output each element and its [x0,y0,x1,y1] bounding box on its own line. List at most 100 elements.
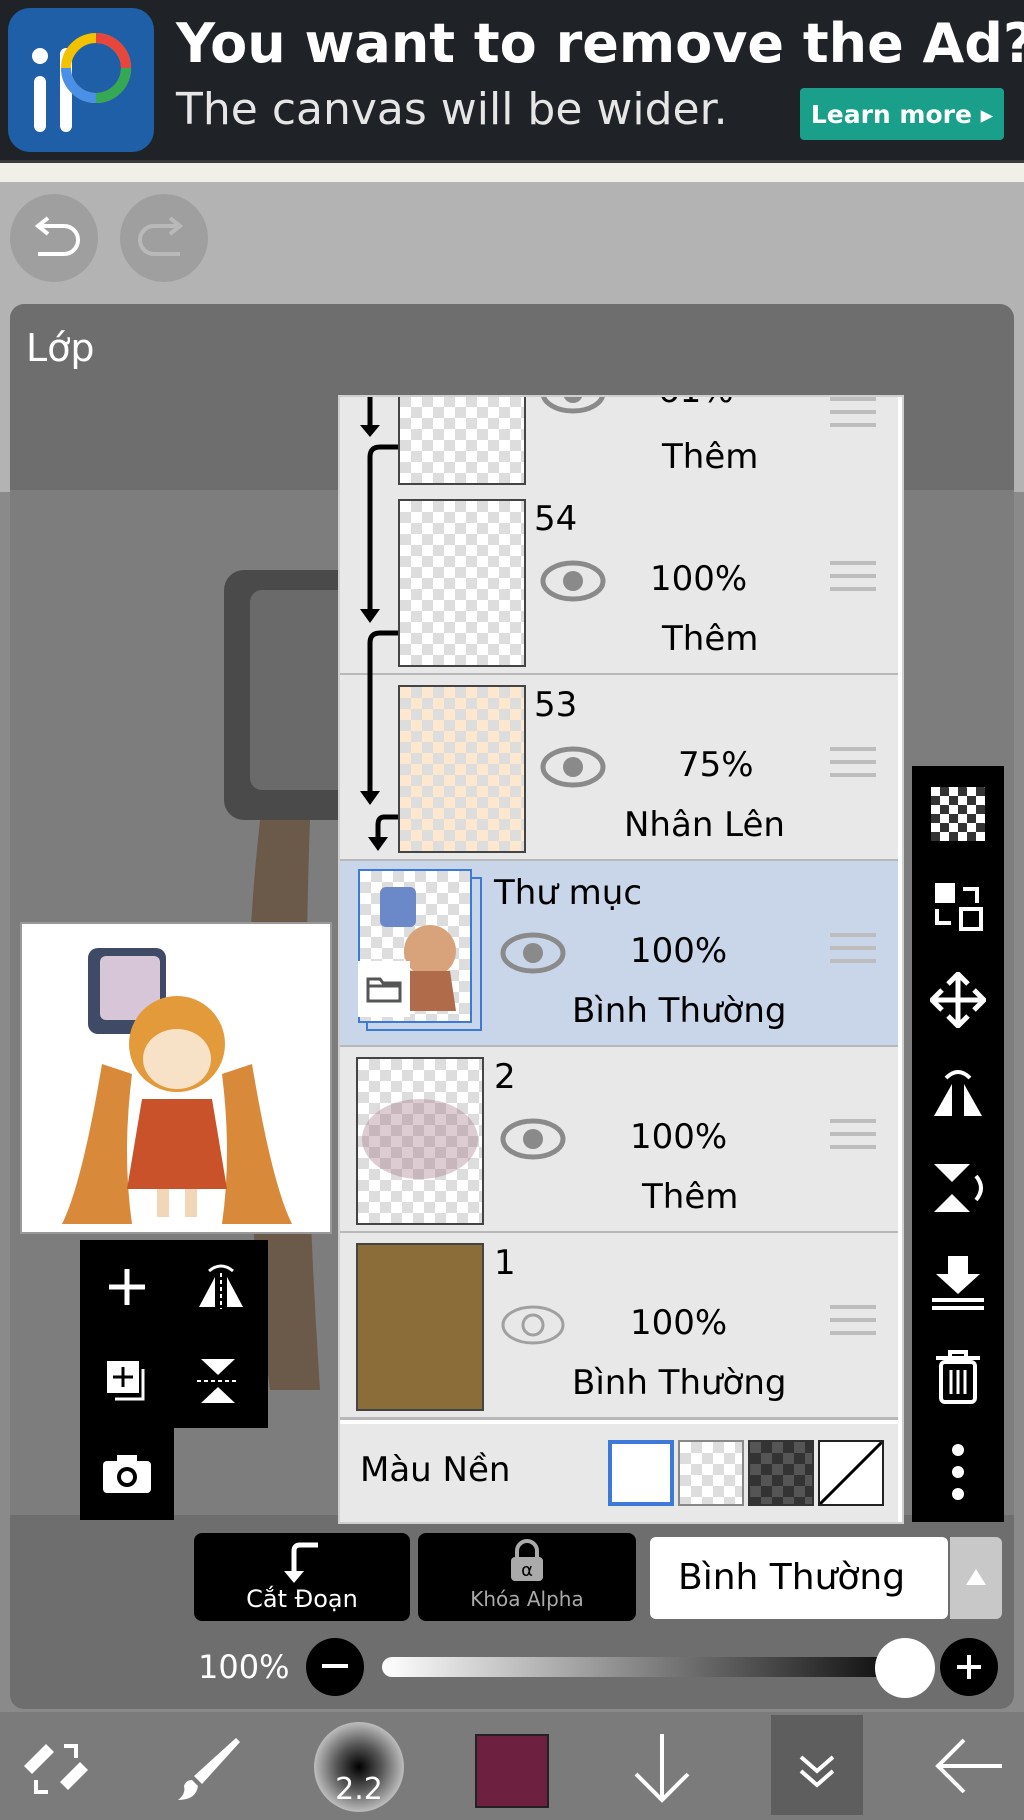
layer-mini-toolbar [80,1240,268,1428]
undo-icon [34,216,80,256]
layer-thumbnail [398,499,526,667]
flip-vertical-button[interactable] [174,1334,268,1428]
eye-icon[interactable] [500,931,566,975]
svg-text:α: α [521,1560,533,1581]
blend-mode-select[interactable]: Bình Thường [650,1537,948,1619]
layer-blend-mode: Thêm [662,437,759,477]
eye-icon[interactable] [500,1117,566,1161]
preview-artwork [62,948,292,1224]
layer-row-selected[interactable]: Thư mục 100% Bình Thường [340,861,898,1048]
delete-layer-button[interactable] [912,1330,1004,1422]
current-color-swatch[interactable] [475,1734,549,1808]
layer-name: 2 [494,1057,516,1097]
drag-handle-icon[interactable] [830,561,876,600]
flip-vertical-icon [197,1359,239,1403]
layer-name: 54 [534,499,578,539]
plus-icon [957,1655,981,1679]
minus-icon [322,1664,348,1668]
add-layer-button[interactable] [80,1240,174,1334]
swap-layer-button[interactable] [912,860,1004,952]
layer-thumbnail [398,685,526,853]
layer-row[interactable]: 53 75% Nhân Lên [340,675,898,862]
brush-size-value: 2.2 [335,1772,383,1807]
duplicate-layer-button[interactable] [80,1334,174,1428]
alpha-lock-label: Khóa Alpha [470,1587,584,1611]
download-button[interactable] [632,1730,692,1810]
drag-handle-icon[interactable] [830,933,876,972]
layer-row[interactable]: 1 100% Bình Thường [340,1233,898,1420]
ad-title: You want to remove the Ad? [176,12,1024,75]
redo-button[interactable] [120,194,208,282]
bg-none-option[interactable] [818,1440,884,1506]
background-color-row: Màu Nền [340,1424,898,1522]
ad-subtitle: The canvas will be wider. [176,84,728,135]
triangle-up-icon [966,1569,986,1585]
drag-handle-icon[interactable] [830,1119,876,1158]
layer-row[interactable]: 61% Thêm [340,395,898,496]
folder-icon [358,961,410,1017]
layer-opacity: 100% [650,559,748,599]
arrow-left-icon [935,1738,1002,1794]
layer-name: 53 [534,685,578,725]
opacity-slider-track[interactable] [382,1657,922,1677]
new-transparent-layer-button[interactable] [912,768,1004,860]
brush-size-button[interactable]: 2.2 [314,1722,404,1812]
bg-dark-transparent-option[interactable] [748,1440,814,1506]
blend-mode-dropdown-button[interactable] [950,1537,1002,1619]
eye-icon[interactable] [540,745,606,789]
flip-vertical-icon [934,1164,983,1212]
ad-banner[interactable]: You want to remove the Ad? The canvas wi… [0,0,1024,160]
panel-title: Lớp [26,326,95,370]
bg-white-option[interactable] [608,1440,674,1506]
canvas-preview[interactable] [20,922,332,1234]
checkerboard-icon [931,787,985,841]
layer-list[interactable]: 61% Thêm 54 100% Thêm 53 75% Nhân Lên [338,395,904,1524]
chevron-double-down-icon [799,1755,835,1788]
eye-hidden-icon[interactable] [500,1303,566,1347]
eye-icon[interactable] [540,395,606,415]
merge-down-icon [932,1256,984,1310]
tools-switch-icon [24,1744,88,1794]
layer-opacity: 100% [630,931,728,971]
clipping-label: Cắt Đoạn [246,1585,358,1613]
flip-horizontal-right-button[interactable] [912,1048,1004,1140]
layer-opacity: 75% [678,745,754,785]
eye-icon[interactable] [540,559,606,603]
clipping-button[interactable]: Cắt Đoạn [194,1533,410,1621]
undo-button[interactable] [10,194,98,282]
opacity-decrease-button[interactable] [306,1638,364,1696]
clip-arrow-icon [284,1542,318,1583]
alpha-lock-button[interactable]: α Khóa Alpha [418,1533,636,1621]
background-label: Màu Nền [360,1450,511,1490]
camera-icon [103,1455,151,1493]
import-photo-toolbar [80,1428,174,1520]
more-vertical-icon [952,1444,964,1500]
layer-thumbnail [356,1057,484,1225]
flip-vertical-right-button[interactable] [912,1142,1004,1234]
opacity-increase-button[interactable] [940,1638,998,1696]
move-button[interactable] [912,954,1004,1046]
layer-row[interactable]: 2 100% Thêm [340,1047,898,1234]
opacity-slider-knob[interactable] [875,1638,935,1698]
drag-handle-icon[interactable] [830,397,876,436]
plus-icon [109,1269,145,1305]
layer-row[interactable]: 54 100% Thêm [340,489,898,676]
layer-blend-mode: Thêm [642,1177,739,1217]
layer-name: 1 [494,1243,516,1283]
drag-handle-icon[interactable] [830,1305,876,1344]
brush-tool-button[interactable] [172,1734,244,1810]
lock-icon: α [511,1539,543,1581]
layer-thumbnail [356,1243,484,1411]
layer-blend-mode: Nhân Lên [624,805,785,845]
more-options-button[interactable] [912,1426,1004,1518]
bg-transparent-option[interactable] [678,1440,744,1506]
swap-icon [935,883,983,931]
layers-toggle-button[interactable] [771,1715,863,1815]
merge-down-button[interactable] [912,1236,1004,1328]
drag-handle-icon[interactable] [830,747,876,786]
flip-horizontal-button[interactable] [174,1240,268,1334]
back-button[interactable] [934,1736,1004,1800]
import-photo-button[interactable] [80,1428,174,1520]
learn-more-button[interactable]: Learn more ▸ [800,88,1004,140]
quick-menu-button[interactable] [20,1736,92,1804]
